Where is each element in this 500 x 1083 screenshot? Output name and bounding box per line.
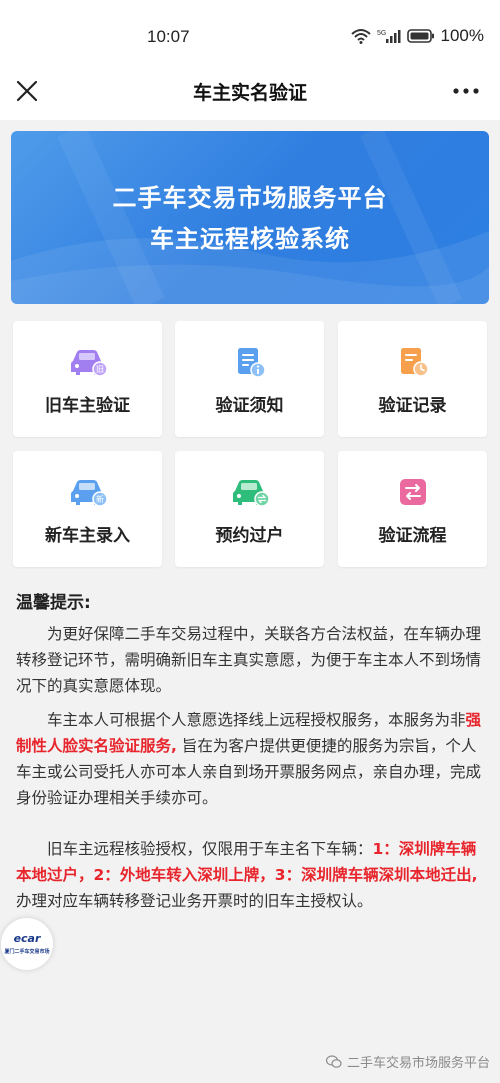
tile-label: 验证须知 bbox=[215, 396, 284, 416]
tile-label: 新车主录入 bbox=[45, 526, 130, 546]
status-bar: 10:07 5G 100% bbox=[0, 0, 500, 70]
logo-text: ecar bbox=[13, 932, 41, 945]
flow-icon bbox=[399, 479, 426, 505]
tile-old-owner-verify[interactable]: 旧 旧车主验证 bbox=[13, 321, 162, 437]
network-label: 5G bbox=[377, 30, 386, 37]
notice-text: 办理对应车辆转移登记业务开票时的旧车主授权认。 bbox=[16, 892, 373, 910]
tile-label: 旧车主验证 bbox=[45, 396, 130, 416]
notice-doc-icon bbox=[237, 348, 266, 378]
record-doc-icon bbox=[400, 348, 429, 377]
watermark: 二手车交易市场服务平台 bbox=[325, 1052, 490, 1071]
banner-subtitle: 车主远程核验系统 bbox=[150, 225, 350, 253]
page-title: 车主实名验证 bbox=[192, 82, 307, 104]
notice-text: 旧车主远程核验授权，仅限用于车主名下车辆： bbox=[47, 840, 373, 858]
signal-icon: 5G bbox=[377, 30, 401, 43]
banner: 二手车交易市场服务平台 车主远程核验系统 bbox=[11, 131, 489, 304]
tile-verify-flow[interactable]: 验证流程 bbox=[338, 451, 487, 567]
notice-text: 车主本人可根据个人意愿选择线上远程授权服务，本服务为非 bbox=[47, 711, 466, 729]
floating-logo[interactable]: ecar 厦门二手车交易市场 bbox=[1, 918, 53, 970]
wechat-icon bbox=[325, 1054, 342, 1068]
wifi-icon bbox=[350, 29, 371, 44]
tile-label: 验证记录 bbox=[378, 396, 447, 416]
old-badge: 旧 bbox=[96, 365, 104, 374]
nav-bar: 车主实名验证 bbox=[0, 70, 500, 120]
battery-percent: 100% bbox=[440, 26, 484, 45]
banner-title: 二手车交易市场服务平台 bbox=[112, 184, 388, 212]
notice-paragraph-3: 旧车主远程核验授权，仅限用于车主名下车辆：1：深圳牌车辆本地过户，2：外地车转入… bbox=[16, 836, 484, 914]
banner-pattern bbox=[11, 131, 489, 304]
tile-book-transfer[interactable]: 预约过户 bbox=[175, 451, 324, 567]
tile-label: 预约过户 bbox=[215, 526, 284, 546]
tile-verify-notice[interactable]: 验证须知 bbox=[175, 321, 324, 437]
old-car-icon: 旧 bbox=[70, 350, 108, 377]
tile-verify-records[interactable]: 验证记录 bbox=[338, 321, 487, 437]
watermark-text: 二手车交易市场服务平台 bbox=[346, 1056, 490, 1071]
status-icons: 5G 100% bbox=[350, 26, 484, 46]
notice-title: 温馨提示: bbox=[16, 593, 91, 613]
battery-icon bbox=[406, 29, 434, 43]
tile-label: 验证流程 bbox=[378, 526, 447, 546]
transfer-car-icon bbox=[232, 480, 270, 507]
status-time: 10:07 bbox=[147, 27, 190, 46]
more-icon[interactable] bbox=[452, 81, 480, 101]
notice-paragraph-2: 车主本人可根据个人意愿选择线上远程授权服务，本服务为非强制性人脸实名验证服务, … bbox=[16, 707, 484, 811]
new-car-icon: 新 bbox=[70, 480, 108, 507]
logo-subtitle: 厦门二手车交易市场 bbox=[4, 949, 50, 955]
new-badge: 新 bbox=[96, 494, 104, 504]
tile-new-owner-entry[interactable]: 新 新车主录入 bbox=[13, 451, 162, 567]
notice-paragraph-1: 为更好保障二手车交易过程中，关联各方合法权益，在车辆办理转移登记环节，需明确新旧… bbox=[16, 625, 482, 695]
